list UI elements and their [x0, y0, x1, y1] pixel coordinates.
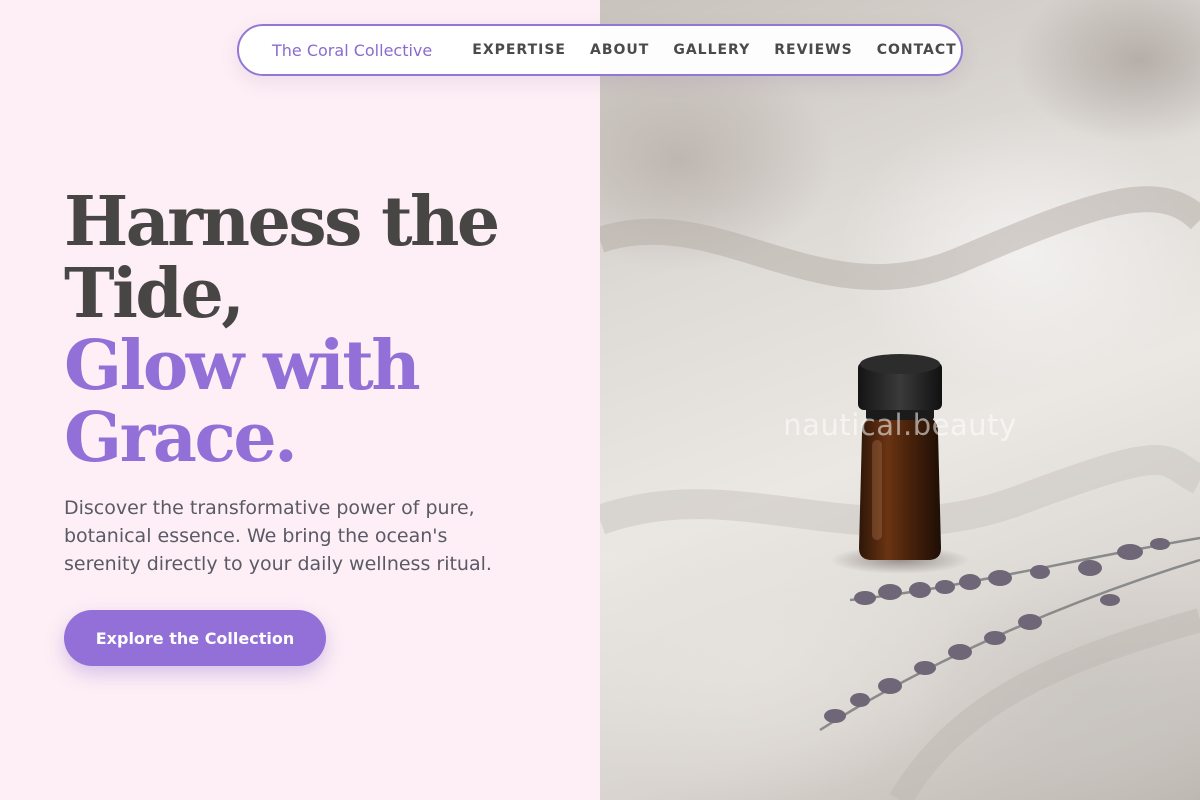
nav-link-about[interactable]: ABOUT — [590, 42, 649, 58]
nav-links: EXPERTISE ABOUT GALLERY REVIEWS CONTACT — [472, 42, 956, 58]
headline-line-4: Grace. — [64, 398, 298, 478]
explore-collection-button[interactable]: Explore the Collection — [64, 610, 326, 666]
top-nav: The Coral Collective EXPERTISE ABOUT GAL… — [237, 24, 963, 76]
page: Harness the Tide, Glow with Grace. Disco… — [0, 0, 1200, 800]
brand-logo-link[interactable]: The Coral Collective — [272, 41, 432, 60]
headline-line-2: Tide, — [64, 254, 245, 334]
nav-link-gallery[interactable]: GALLERY — [673, 42, 750, 58]
headline-line-1: Harness the — [64, 182, 500, 262]
essential-oil-bottle-icon — [600, 186, 1200, 800]
nav-link-contact[interactable]: CONTACT — [877, 42, 957, 58]
hero-description: Discover the transformative power of pur… — [64, 497, 492, 575]
hero-panel: Harness the Tide, Glow with Grace. Disco… — [0, 0, 600, 800]
hero-image — [600, 0, 1200, 800]
nav-link-reviews[interactable]: REVIEWS — [774, 42, 852, 58]
hero-headline: Harness the Tide, Glow with Grace. — [64, 182, 500, 478]
headline-line-3: Glow with — [64, 326, 421, 406]
nav-link-expertise[interactable]: EXPERTISE — [472, 42, 566, 58]
image-watermark: nautical.beauty — [783, 408, 1017, 442]
